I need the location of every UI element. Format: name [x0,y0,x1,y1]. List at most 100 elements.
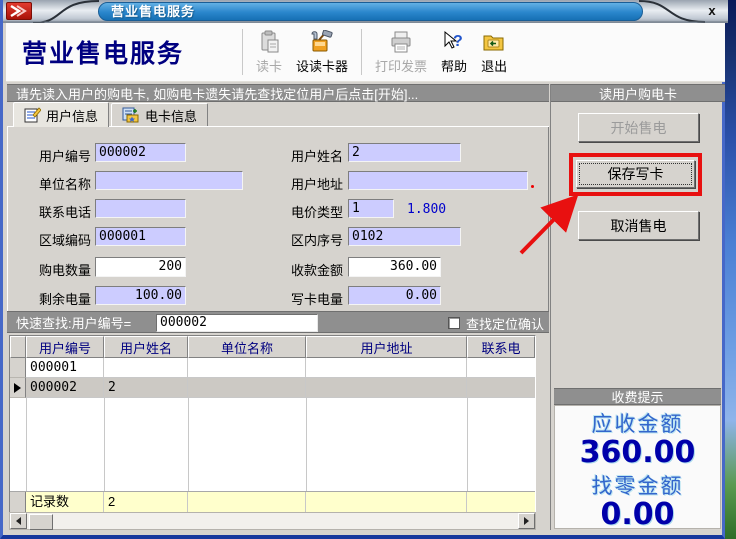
buy-qty-field[interactable]: 200 [95,257,186,277]
grid-line [104,398,105,491]
scroll-left-icon[interactable] [10,513,27,529]
quickfind-bar: 快速查找:用户编号= 000002 查找定位确认 [7,311,549,333]
quickfind-label: 快速查找:用户编号= [16,313,131,332]
help-button[interactable]: ? 帮助 [434,26,474,78]
col-phone[interactable]: 联系电 [467,336,535,358]
table-header-row: 用户编号 用户姓名 单位名称 用户地址 联系电 [10,336,535,358]
area-seq-field[interactable]: 0102 [348,227,461,246]
grid-line [306,398,307,491]
panel-divider [550,84,551,530]
page-title: 营业售电服务 [6,34,236,70]
status-prompt: 请先读入用户的购电卡, 如购电卡遗失请先查找定位用户后点击[开始]... [7,84,549,102]
footer-indicator [10,492,26,512]
exit-button[interactable]: 退出 [474,26,514,78]
fee-panel-header: 收费提示 [554,388,721,405]
find-confirm-checkbox[interactable] [448,317,460,329]
area-code-label: 区域编码 [21,230,91,249]
amount-label: 收款金额 [279,260,343,279]
unit-price-value: 1.800 [407,202,446,217]
user-name-label: 用户姓名 [279,146,343,165]
cell-phone [467,378,535,398]
print-invoice-label: 打印发票 [375,56,427,75]
grid-line [26,398,27,491]
cell-unit-name [188,378,306,398]
area-code-field[interactable]: 000001 [95,227,186,246]
receivable-value: 360.00 [555,438,720,468]
scroll-right-icon[interactable] [518,513,535,529]
tab-bar: 用户信息 电卡信息 [7,103,549,126]
cell-phone [467,358,535,378]
cell-user-name: 2 [104,378,188,398]
table-row-selected[interactable]: 000002 2 [10,378,535,398]
unit-name-label: 单位名称 [21,174,91,193]
user-no-label: 用户编号 [21,146,91,165]
user-no-field[interactable]: 000002 [95,143,186,162]
app-logo-icon [6,2,32,20]
tab-user-info[interactable]: 用户信息 [13,102,109,127]
set-reader-label: 设读卡器 [296,56,348,75]
window-frame: 营业售电服务 x 营业售电服务 读卡 [0,0,725,539]
user-info-tab-icon [24,107,41,123]
user-addr-field[interactable] [348,171,528,190]
tab-user-info-label: 用户信息 [46,106,98,125]
help-label: 帮助 [441,56,467,75]
price-type-field[interactable]: 1 [348,199,394,218]
row-indicator-current [10,378,26,398]
remain-field[interactable]: 100.00 [95,286,186,305]
phone-label: 联系电话 [21,202,91,221]
close-icon[interactable]: x [702,3,722,20]
grid-line [188,398,189,491]
user-addr-label: 用户地址 [279,174,343,193]
set-reader-icon [309,29,335,54]
cell-user-addr [306,378,467,398]
help-icon: ? [441,29,467,54]
price-type-label: 电价类型 [279,202,343,221]
amount-field[interactable]: 360.00 [348,257,441,277]
remain-label: 剩余电量 [21,289,91,308]
quickfind-input[interactable]: 000002 [156,314,318,332]
read-card-button: 读卡 [249,26,289,78]
footer-cell [306,492,467,512]
app-window: 营业售电服务 x 营业售电服务 读卡 [0,0,736,539]
read-card-icon [257,29,281,54]
find-confirm-label: 查找定位确认 [466,314,544,333]
card-info-tab-icon [122,107,140,123]
row-indicator [10,358,26,378]
required-dot [531,185,534,188]
tab-card-info-label: 电卡信息 [145,106,197,125]
write-qty-label: 写卡电量 [279,289,343,308]
toolbar-separator [242,29,243,75]
set-reader-button[interactable]: 设读卡器 [289,26,355,78]
read-card-label: 读卡 [256,56,282,75]
scrollbar-thumb[interactable] [29,514,53,530]
col-user-addr[interactable]: 用户地址 [306,336,467,358]
table-footer-row: 记录数 2 [10,491,535,512]
highlight-rectangle [569,153,702,196]
change-value: 0.00 [555,500,720,530]
write-qty-field[interactable]: 0.00 [348,286,441,305]
col-user-name[interactable]: 用户姓名 [104,336,188,358]
user-name-field[interactable]: 2 [348,143,461,162]
exit-icon [482,29,506,54]
start-sale-button: 开始售电 [578,113,699,142]
grid-line [467,398,468,491]
col-unit-name[interactable]: 单位名称 [188,336,306,358]
tab-card-info[interactable]: 电卡信息 [111,103,208,126]
table-row[interactable]: 000001 [10,358,535,378]
phone-field[interactable] [95,199,186,218]
window-title: 营业售电服务 [98,2,643,21]
exit-label: 退出 [481,56,507,75]
fee-panel: 应收金额 360.00 找零金额 0.00 [554,405,721,529]
record-count-value: 2 [104,492,188,512]
table-hscrollbar[interactable] [9,512,536,530]
footer-cell [467,492,535,512]
cell-user-name [104,358,188,378]
toolbar: 营业售电服务 读卡 [6,23,725,82]
toolbar-separator [361,29,362,75]
unit-name-field[interactable] [95,171,243,190]
print-invoice-icon [388,29,414,54]
cancel-sale-button[interactable]: 取消售电 [578,211,699,240]
area-seq-label: 区内序号 [279,230,343,249]
titlebar: 营业售电服务 x [3,0,728,23]
col-user-no[interactable]: 用户编号 [26,336,104,358]
